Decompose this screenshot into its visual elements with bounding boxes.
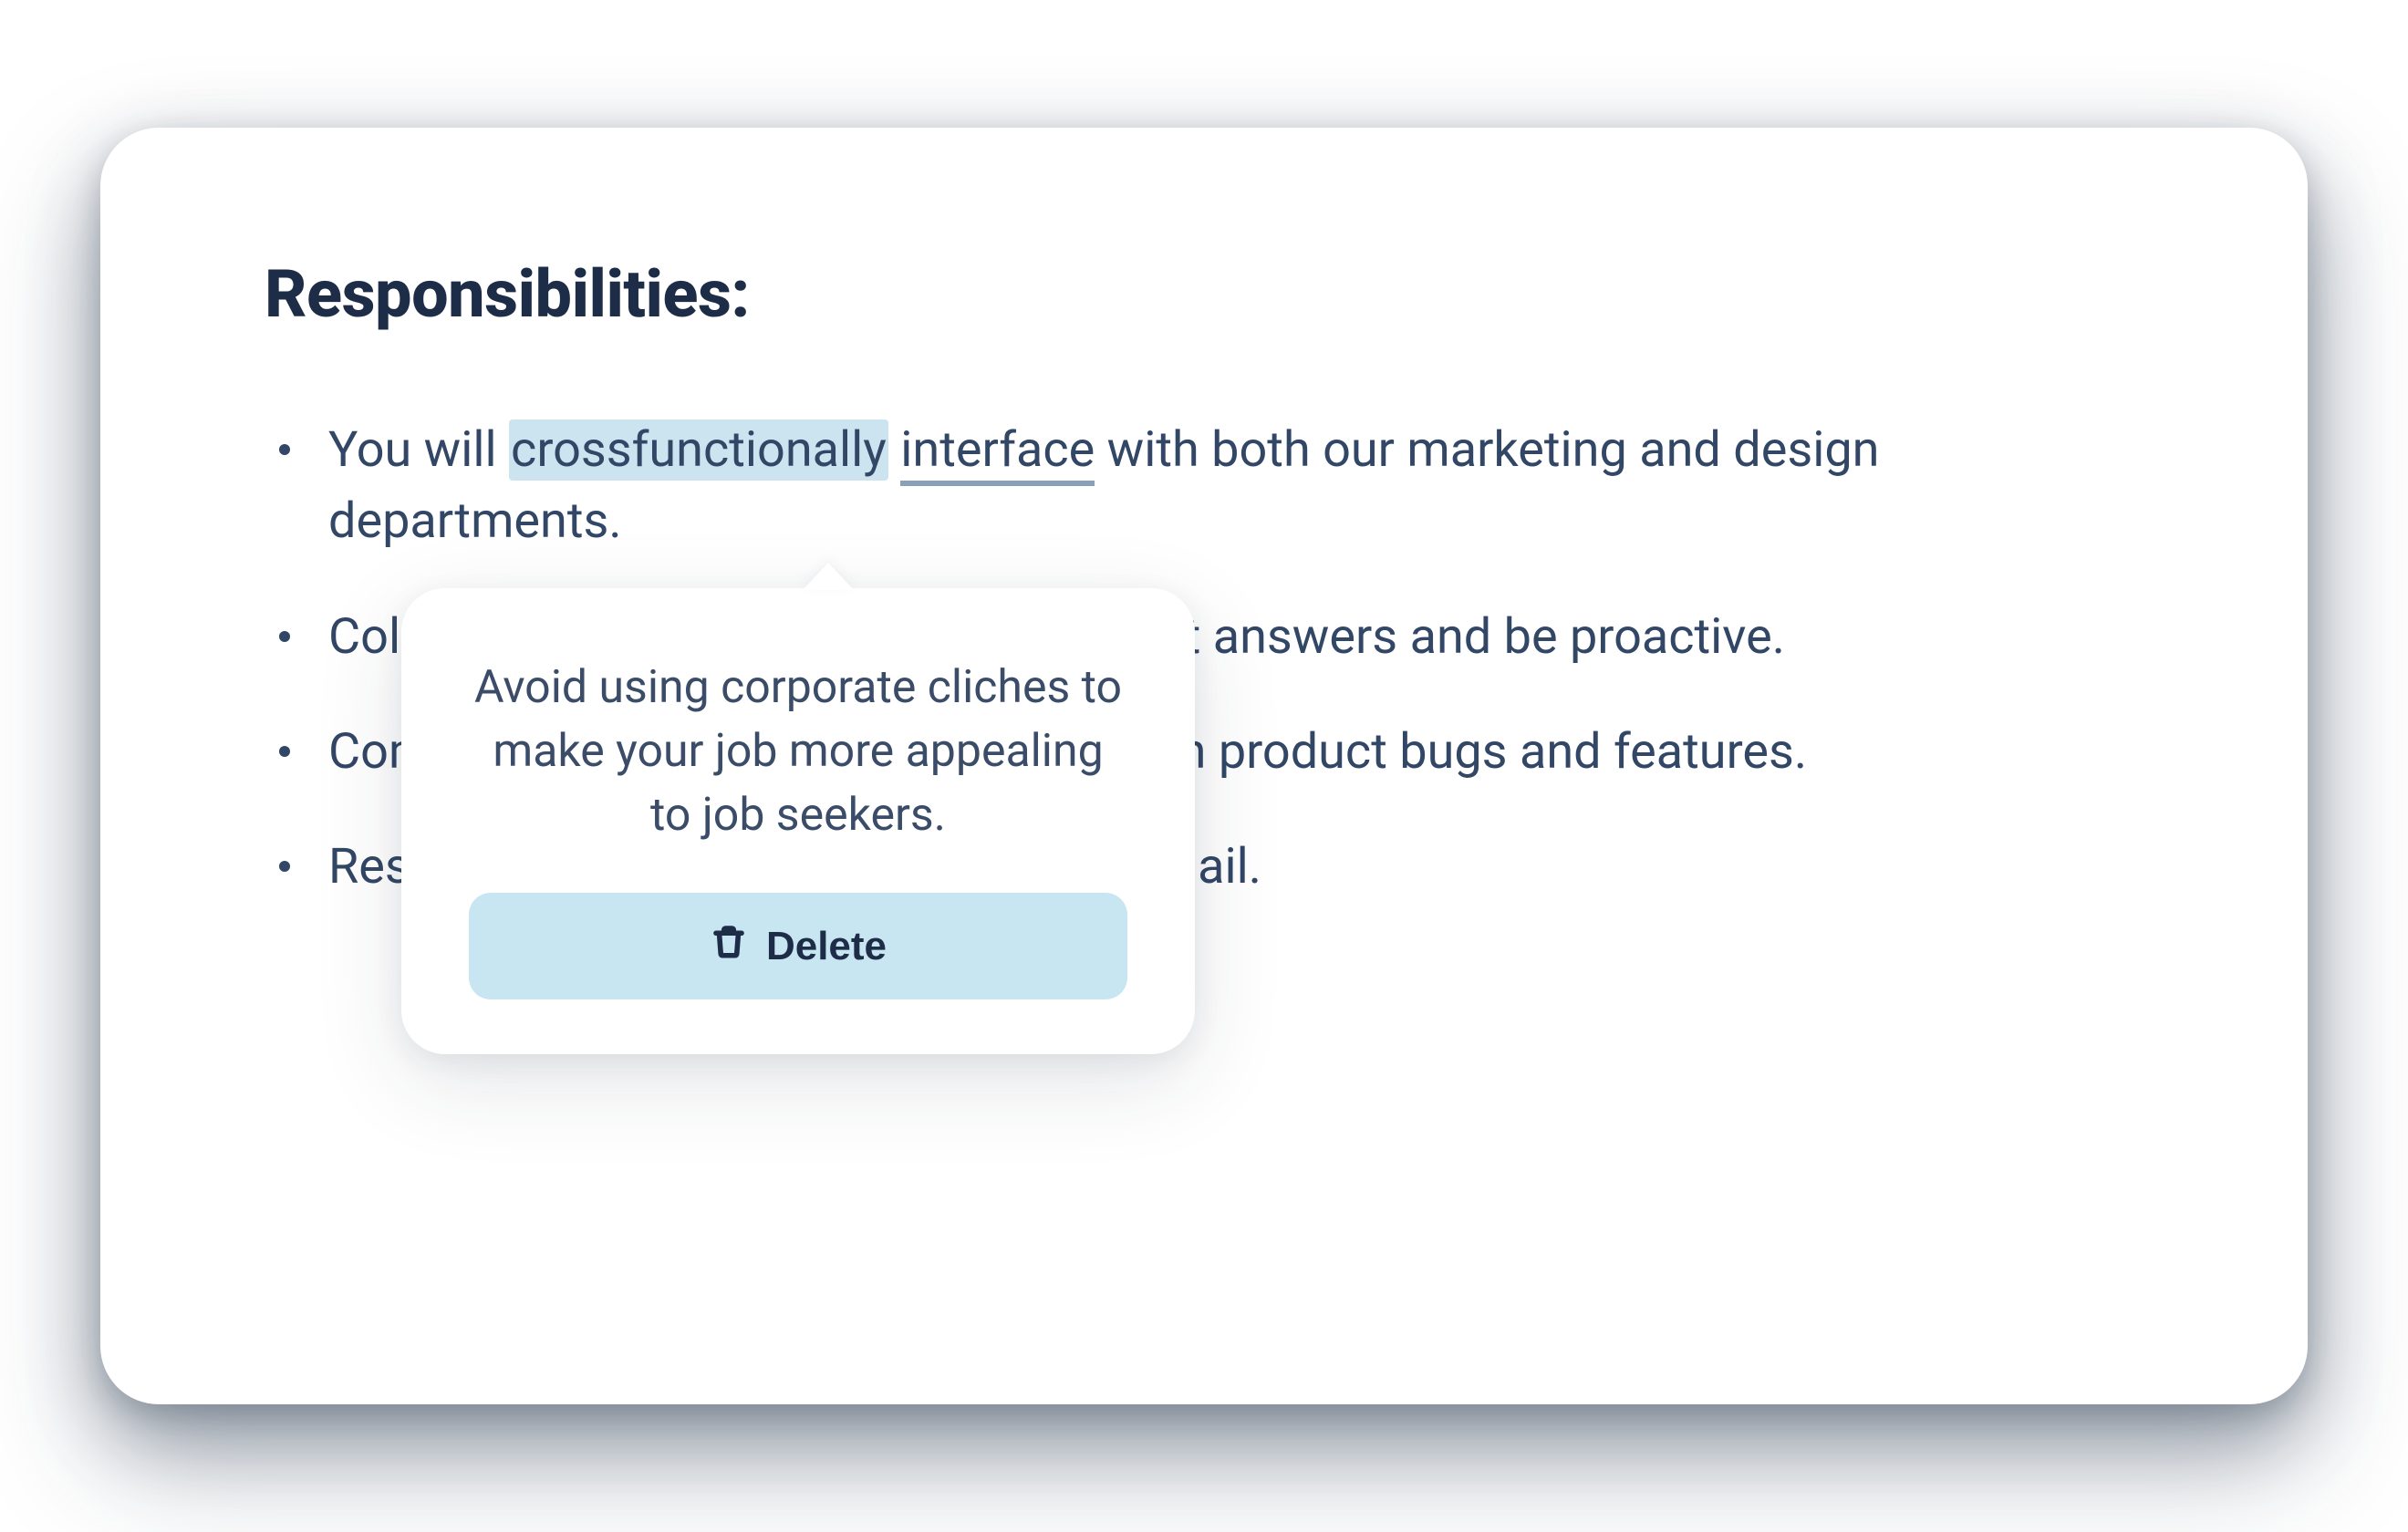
document-card: Responsibilities: You will crossfunction… (100, 128, 2308, 1404)
popover-message: Avoid using corporate cliches to make yo… (469, 656, 1127, 847)
delete-button[interactable]: Delete (469, 893, 1127, 999)
trash-icon (710, 922, 748, 970)
list-text-space (888, 421, 900, 479)
list-text-prefix: You will (328, 421, 509, 479)
list-item: You will crossfunctionally interface wit… (265, 415, 2143, 558)
delete-button-label: Delete (766, 924, 887, 969)
underlined-phrase[interactable]: interface (900, 421, 1095, 486)
heading-responsibilities: Responsibilities: (265, 255, 2143, 333)
stage: Responsibilities: You will crossfunction… (0, 0, 2408, 1532)
suggestion-popover: Avoid using corporate cliches to make yo… (401, 588, 1195, 1054)
highlighted-phrase[interactable]: crossfunctionally (509, 419, 888, 481)
